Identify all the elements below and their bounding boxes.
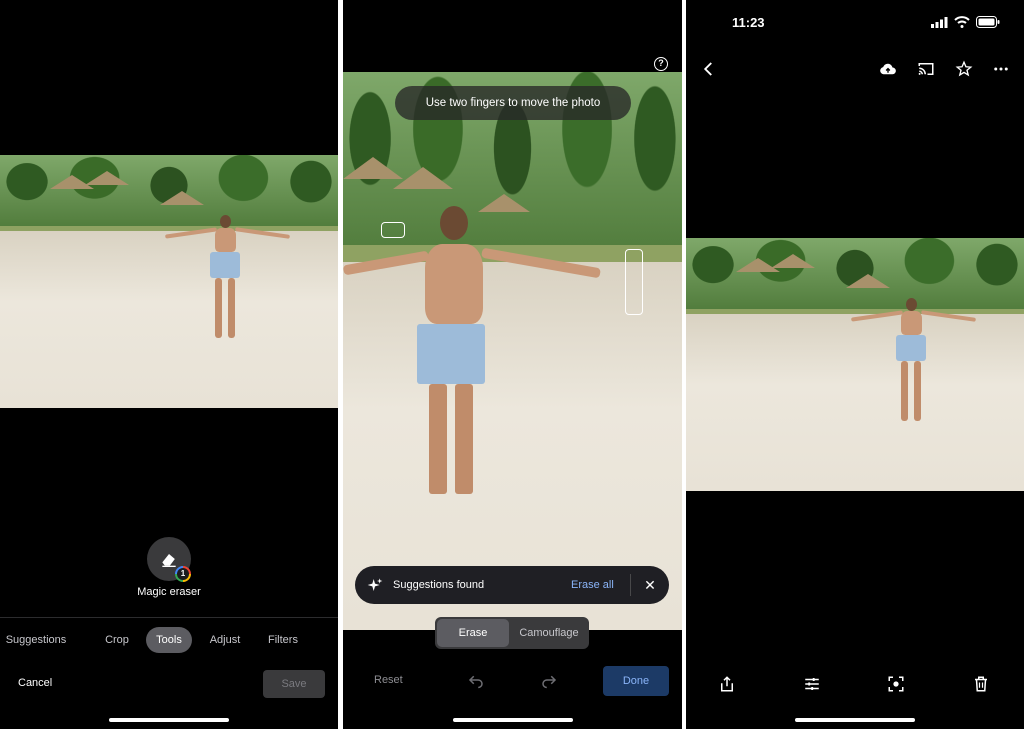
beach-photo[interactable] xyxy=(686,238,1024,491)
cancel-button[interactable]: Cancel xyxy=(18,677,52,689)
reset-button[interactable]: Reset xyxy=(374,674,403,686)
lens-icon[interactable] xyxy=(887,675,905,693)
man-in-photo xyxy=(343,206,603,506)
sparkle-icon xyxy=(367,578,383,591)
home-indicator xyxy=(109,718,229,722)
suggestions-bar: Suggestions found Erase all ✕ xyxy=(355,566,669,604)
undo-icon[interactable] xyxy=(467,671,485,689)
magic-eraser-label: Magic eraser xyxy=(137,586,201,598)
done-button[interactable]: Done xyxy=(603,666,669,696)
man-in-photo xyxy=(850,298,977,428)
toolbar-divider xyxy=(0,617,338,618)
camouflage-mode-button[interactable]: Camouflage xyxy=(511,619,587,647)
star-icon[interactable] xyxy=(955,60,973,78)
editor-screen: 1 Magic eraser Suggestions Crop Tools Ad… xyxy=(0,0,338,729)
cloud-upload-icon[interactable] xyxy=(879,60,897,78)
close-icon[interactable]: ✕ xyxy=(639,566,661,604)
suggested-person-outline[interactable] xyxy=(625,249,643,315)
editor-tabs: Suggestions Crop Tools Adjust Filters xyxy=(0,627,338,653)
photo-viewer-screen: 11:23 xyxy=(686,0,1024,729)
more-icon[interactable] xyxy=(992,60,1010,78)
suggestions-text: Suggestions found xyxy=(393,579,485,591)
mode-toggle: Erase Camouflage xyxy=(435,617,589,649)
tab-suggestions[interactable]: Suggestions xyxy=(0,627,76,653)
move-photo-hint: Use two fingers to move the photo xyxy=(395,86,631,120)
back-icon[interactable] xyxy=(700,60,718,78)
magic-eraser-badge: 1 xyxy=(175,566,191,582)
edit-sliders-icon[interactable] xyxy=(803,675,821,693)
tab-tools[interactable]: Tools xyxy=(146,627,192,653)
home-indicator xyxy=(452,718,573,722)
eraser-icon xyxy=(162,554,176,567)
tab-crop[interactable]: Crop xyxy=(96,627,138,653)
man-in-photo xyxy=(164,215,291,345)
signal-icon xyxy=(931,16,948,28)
erase-mode-button[interactable]: Erase xyxy=(437,619,509,647)
save-button[interactable]: Save xyxy=(263,670,325,698)
cast-icon[interactable] xyxy=(917,60,935,78)
status-icons xyxy=(931,15,1000,29)
redo-icon[interactable] xyxy=(540,671,558,689)
home-indicator xyxy=(795,718,915,722)
help-icon[interactable]: ? xyxy=(654,57,668,71)
erase-all-button[interactable]: Erase all xyxy=(571,566,614,604)
battery-icon xyxy=(976,16,1000,28)
wifi-icon xyxy=(954,16,970,28)
zoomed-beach-photo[interactable] xyxy=(343,72,682,630)
suggestions-divider xyxy=(630,574,631,596)
trash-icon[interactable] xyxy=(972,675,990,693)
share-icon[interactable] xyxy=(718,675,736,693)
status-time: 11:23 xyxy=(732,15,765,30)
magic-eraser-screen: ? Use two fingers to move the photo Sugg… xyxy=(343,0,682,729)
tab-adjust[interactable]: Adjust xyxy=(202,627,248,653)
beach-photo[interactable] xyxy=(0,155,338,408)
tab-filters[interactable]: Filters xyxy=(260,627,306,653)
